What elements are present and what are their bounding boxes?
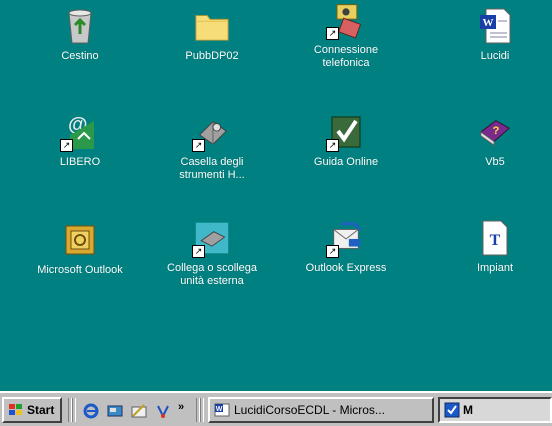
desktop-icon-label: Microsoft Outlook <box>37 264 123 276</box>
desktop-icon-guida-online[interactable]: ↗ Guida Online <box>296 114 396 169</box>
desktop-icon-lucidi[interactable]: W Lucidi <box>445 8 545 63</box>
desktop-icon-microsoft-outlook[interactable]: Microsoft Outlook <box>30 222 130 277</box>
desktop-icon-outlook-express[interactable]: ↗ Outlook Express <box>296 220 396 275</box>
svg-text:W: W <box>483 17 494 29</box>
desktop-icon-label: Connessione telefonica <box>313 44 379 69</box>
start-label: Start <box>27 403 55 417</box>
recycle-bin-icon <box>62 8 98 44</box>
shortcut-arrow-icon: ↗ <box>60 139 73 152</box>
toolbox-icon: ↗ <box>192 114 230 152</box>
svg-text:W: W <box>216 406 223 413</box>
desktop-icon-casella-strumenti[interactable]: ↗ Casella degli strumenti H... <box>162 114 262 182</box>
desktop-icon-label: Impiant <box>476 262 514 274</box>
word-document-icon: W <box>477 8 513 44</box>
word-document-icon: W <box>214 402 230 418</box>
desktop-icon-cestino[interactable]: Cestino <box>30 8 130 63</box>
shortcut-arrow-icon: ↗ <box>326 27 339 40</box>
outlook-express-icon: ↗ <box>326 220 364 258</box>
online-guide-icon: ↗ <box>326 114 364 152</box>
desktop-icon-pubbdp02[interactable]: PubbDP02 <box>162 8 262 63</box>
font-file-icon: T <box>477 220 513 256</box>
shortcut-arrow-icon: ↗ <box>326 139 339 152</box>
desktop: Cestino PubbDP02 ↗ Connessione telefonic… <box>0 0 552 391</box>
quick-launch-overflow-button[interactable]: » <box>178 401 184 413</box>
desktop-icon-label: PubbDP02 <box>185 50 239 62</box>
desktop-icon-label: Cestino <box>61 50 99 62</box>
outlook-express-icon[interactable] <box>130 402 147 418</box>
task-button-other[interactable]: M <box>438 397 552 423</box>
desktop-icon-label: Lucidi <box>480 50 510 62</box>
libero-icon: @ ↗ <box>60 114 98 152</box>
show-desktop-icon[interactable] <box>106 402 123 418</box>
desktop-icon-connessione-telefonica[interactable]: ↗ Connessione telefonica <box>296 2 396 70</box>
outlook-icon <box>62 222 98 258</box>
external-drive-icon: ↗ <box>192 220 230 258</box>
folder-icon <box>194 8 230 44</box>
desktop-icon-libero[interactable]: @ ↗ LIBERO <box>30 114 130 169</box>
desktop-icon-vb5[interactable]: ? Vb5 <box>445 114 545 169</box>
taskbar-separator <box>72 398 76 422</box>
shortcut-arrow-icon: ↗ <box>192 139 205 152</box>
windows-logo-icon <box>8 403 24 417</box>
svg-text:T: T <box>490 232 501 249</box>
internet-explorer-icon[interactable] <box>82 402 99 419</box>
desktop-icon-label: Outlook Express <box>305 262 387 274</box>
taskbar-separator <box>200 398 204 422</box>
desktop-icon-label: Guida Online <box>313 156 379 168</box>
task-button-lucidi-word[interactable]: W LucidiCorsoECDL - Micros... <box>208 397 434 423</box>
dial-up-icon: ↗ <box>326 2 364 40</box>
task-button-label: LucidiCorsoECDL - Micros... <box>234 403 385 417</box>
start-button[interactable]: Start <box>2 397 62 423</box>
taskbar: Start » W LucidiCorsoECDL - Micros... M <box>0 391 552 426</box>
shortcut-arrow-icon: ↗ <box>326 245 339 258</box>
app-icon <box>444 402 460 418</box>
desktop-icon-impiant[interactable]: T Impiant <box>445 220 545 275</box>
desktop-icon-collega-unita-esterna[interactable]: ↗ Collega o scollega unità esterna <box>162 220 262 288</box>
desktop-icon-label: LIBERO <box>59 156 101 168</box>
channels-icon[interactable] <box>154 402 170 419</box>
desktop-icon-label: Collega o scollega unità esterna <box>167 262 257 287</box>
svg-text:?: ? <box>492 125 499 137</box>
help-book-icon: ? <box>477 114 513 150</box>
desktop-icon-label: Casella degli strumenti H... <box>179 156 245 181</box>
desktop-icon-label: Vb5 <box>485 156 505 168</box>
shortcut-arrow-icon: ↗ <box>192 245 205 258</box>
task-button-label: M <box>463 403 473 417</box>
